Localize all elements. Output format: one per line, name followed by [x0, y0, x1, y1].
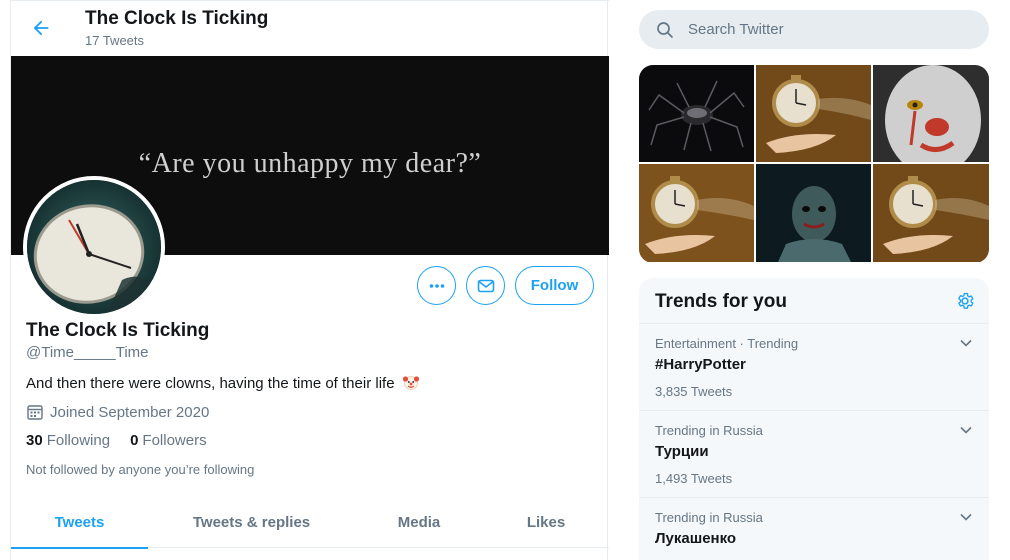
tab-media[interactable]: Media: [355, 496, 483, 548]
clown-face-image: [873, 65, 989, 162]
pocket-watch-image: [873, 164, 989, 262]
pocket-watch-image: [639, 164, 754, 262]
gear-icon[interactable]: [955, 291, 975, 311]
following-link[interactable]: 30 Following: [26, 432, 110, 449]
clown-in-dark-image: [756, 164, 871, 262]
trend-count: 1,493 Tweets: [655, 471, 733, 486]
avatar[interactable]: [23, 176, 165, 318]
trend-meta: Entertainment · Trending: [655, 336, 799, 351]
dark-spider-image: [639, 65, 754, 162]
media-thumb-4[interactable]: [639, 164, 754, 262]
follow-button[interactable]: Follow: [515, 266, 594, 305]
trend-item[interactable]: Entertainment · Trending #HarryPotter 3,…: [639, 324, 989, 411]
following-count: 30: [26, 432, 43, 449]
bio-text: And then there were clowns, having the t…: [26, 375, 395, 392]
followers-link[interactable]: 0 Followers: [130, 432, 207, 449]
profile-bio: And then there were clowns, having the t…: [26, 373, 420, 392]
message-icon: [477, 279, 494, 292]
profile-column: The Clock Is Ticking 17 Tweets “Are you …: [10, 0, 609, 560]
chevron-down-icon[interactable]: [959, 336, 973, 350]
more-button[interactable]: [417, 266, 456, 305]
trends-header: Trends for you: [639, 278, 989, 324]
profile-handle: @Time_____Time: [26, 344, 149, 361]
header-tweet-count: 17 Tweets: [85, 33, 145, 48]
trend-item[interactable]: Trending in Russia Турции 1,493 Tweets: [639, 411, 989, 498]
not-followed-note: Not followed by anyone you’re following: [26, 462, 255, 477]
search-input[interactable]: [688, 21, 968, 38]
search-bar[interactable]: [639, 10, 989, 49]
trend-count: 3,835 Tweets: [655, 384, 733, 399]
follow-counts: 30 Following 0 Followers: [26, 432, 227, 449]
trend-meta: Trending in Russia: [655, 510, 763, 525]
more-icon: [429, 283, 444, 288]
header-title: The Clock Is Ticking: [85, 8, 269, 29]
media-thumb-6[interactable]: [873, 164, 989, 262]
profile-name: The Clock Is Ticking: [26, 320, 210, 341]
joined-text: Joined September 2020: [50, 403, 210, 421]
trend-item[interactable]: Trending in Russia Лукашенко: [639, 498, 989, 560]
clock-avatar-image: [27, 180, 161, 314]
tab-tweets[interactable]: Tweets: [11, 496, 148, 549]
chevron-down-icon[interactable]: [959, 510, 973, 524]
media-thumb-5[interactable]: [756, 164, 871, 262]
trends-title: Trends for you: [655, 291, 787, 312]
banner-quote: “Are you unhappy my dear?”: [138, 148, 482, 179]
profile-tabs: Tweets Tweets & replies Media Likes: [11, 496, 609, 549]
followers-count: 0: [130, 432, 139, 449]
pocket-watch-image: [756, 65, 871, 162]
calendar-icon: [27, 405, 43, 420]
media-thumb-2[interactable]: [756, 65, 871, 162]
trend-name: Лукашенко: [655, 530, 737, 547]
media-grid: [639, 65, 989, 263]
followers-label: Followers: [142, 432, 207, 449]
trends-panel: Trends for you Entertainment · Trending …: [639, 278, 989, 560]
trend-name: #HarryPotter: [655, 356, 746, 373]
following-label: Following: [46, 432, 111, 449]
media-thumb-1[interactable]: [639, 65, 754, 162]
search-icon: [657, 21, 673, 38]
media-thumb-3[interactable]: [873, 65, 989, 162]
clown-face-icon: [402, 376, 419, 390]
back-button[interactable]: [27, 14, 55, 42]
joined-date: Joined September 2020: [26, 403, 209, 421]
profile-header: The Clock Is Ticking 17 Tweets: [11, 0, 609, 56]
trend-meta: Trending in Russia: [655, 423, 763, 438]
message-button[interactable]: [466, 266, 505, 305]
arrow-left-icon: [33, 20, 49, 36]
chevron-down-icon[interactable]: [959, 423, 973, 437]
tab-tweets-replies[interactable]: Tweets & replies: [148, 496, 355, 548]
tab-likes[interactable]: Likes: [483, 496, 609, 548]
trend-name: Турции: [655, 443, 709, 460]
